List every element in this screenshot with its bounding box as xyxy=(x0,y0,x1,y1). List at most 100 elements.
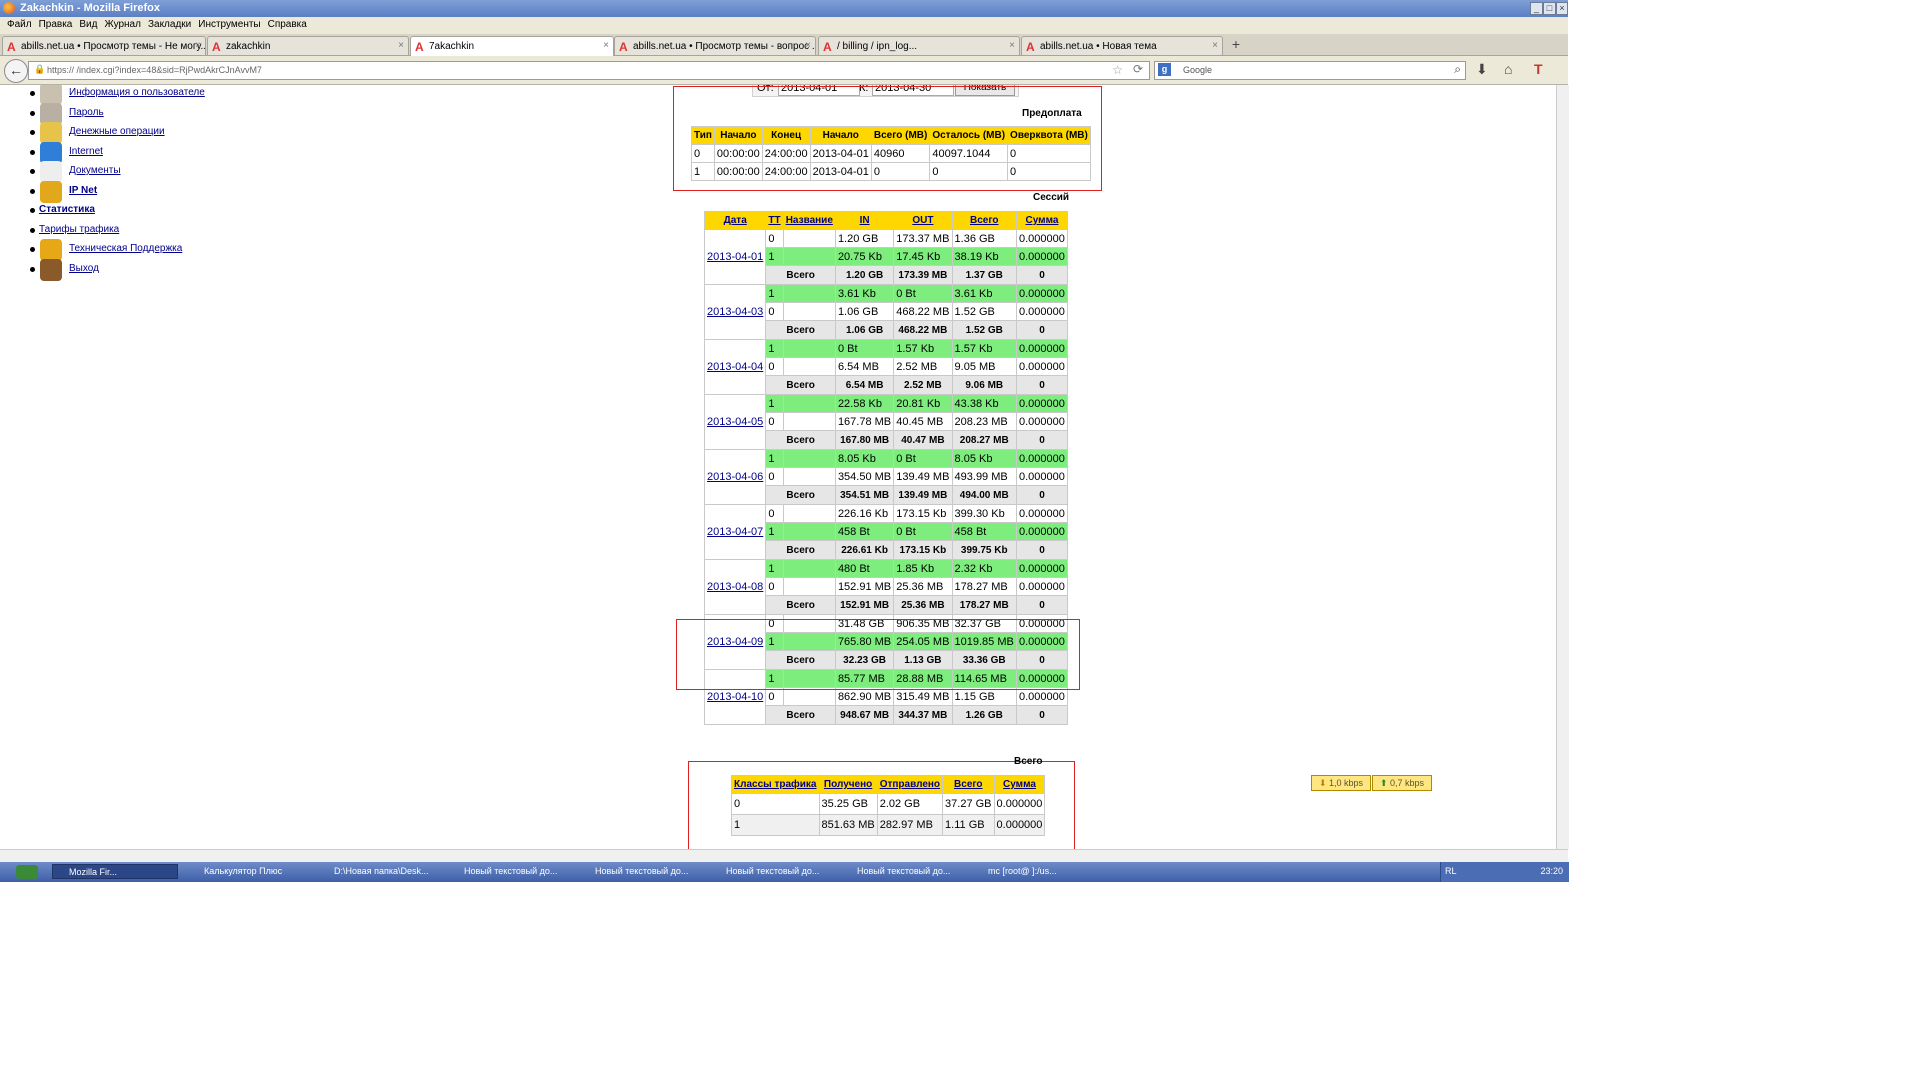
browser-tab[interactable]: Aabills.net.ua • Новая тема × xyxy=(1021,36,1223,55)
name-cell xyxy=(782,467,836,486)
maximize-button[interactable]: □ xyxy=(1543,2,1556,15)
session-date-link[interactable]: 2013-04-08 xyxy=(703,559,767,615)
column-header[interactable]: TT xyxy=(765,211,784,230)
name-cell xyxy=(782,504,836,523)
total-in: 948.67 MB xyxy=(834,705,895,725)
taskbar-button[interactable]: Калькулятор Плюс xyxy=(188,864,312,879)
total-all: 1.37 GB xyxy=(951,265,1017,285)
in-cell: 480 Bt xyxy=(834,559,895,578)
column-header[interactable]: Сумма xyxy=(1015,211,1069,230)
home-icon[interactable]: ⌂ xyxy=(1504,61,1512,77)
tab-bar: Aabills.net.ua • Просмотр темы - Не могу… xyxy=(0,34,1568,57)
menu-item[interactable]: Файл xyxy=(7,19,32,30)
taskbar-button[interactable]: Новый текстовый до... xyxy=(710,864,834,879)
session-date-link[interactable]: 2013-04-04 xyxy=(703,339,767,395)
column-header[interactable]: Дата xyxy=(703,211,767,230)
menu-item[interactable]: Справка xyxy=(268,19,307,30)
column-header[interactable]: Всего xyxy=(942,775,995,794)
column-header[interactable]: Отправлено xyxy=(876,775,944,794)
menu-item[interactable]: Правка xyxy=(39,19,73,30)
taskbar-button[interactable]: mc [root@ ]:/us... xyxy=(972,864,1096,879)
sum-cell: 0.000000 xyxy=(1015,577,1069,596)
tab-close-icon[interactable]: × xyxy=(1009,40,1015,51)
table-cell: 0 xyxy=(870,162,931,181)
sidebar-link[interactable]: Статистика xyxy=(39,204,95,215)
session-date-link[interactable]: 2013-04-01 xyxy=(703,229,767,285)
sidebar-link[interactable]: Internet xyxy=(69,146,103,157)
search-icon[interactable]: ⌕ xyxy=(1454,62,1461,77)
tab-close-icon[interactable]: × xyxy=(195,40,201,51)
taskbar-button[interactable]: Новый текстовый до... xyxy=(448,864,572,879)
table-cell: 40097.1044 xyxy=(929,144,1009,163)
name-cell xyxy=(782,302,836,321)
column-header[interactable]: Классы трафика xyxy=(731,775,820,794)
search-bar[interactable]: g Google ⌕ xyxy=(1154,61,1466,80)
menu-item[interactable]: Журнал xyxy=(104,19,141,30)
system-tray: RL 23:20 xyxy=(1440,862,1569,882)
column-header[interactable]: Получено xyxy=(818,775,878,794)
column-header[interactable]: IN xyxy=(834,211,895,230)
table-cell: 24:00:00 xyxy=(761,144,811,163)
tab-favicon-icon: A xyxy=(212,40,221,54)
browser-tab[interactable]: A 7akachkin × xyxy=(410,36,614,57)
in-cell: 354.50 MB xyxy=(834,467,895,486)
sidebar-link[interactable]: Денежные операции xyxy=(69,126,165,137)
session-row: 2013-04-06 1 8.05 Kb 0 Bt 8.05 Kb 0.000000 xyxy=(703,449,1069,505)
tab-close-icon[interactable]: × xyxy=(603,40,609,51)
session-date-link[interactable]: 2013-04-03 xyxy=(703,284,767,340)
sidebar-link[interactable]: IP Net xyxy=(69,185,97,196)
sidebar-link[interactable]: Техническая Поддержка xyxy=(69,243,182,254)
close-button[interactable]: × xyxy=(1556,2,1568,15)
column-header[interactable]: OUT xyxy=(893,211,953,230)
column-header: Начало xyxy=(809,126,872,145)
start-button[interactable] xyxy=(16,865,38,879)
reload-icon[interactable]: ⟳ xyxy=(1133,62,1143,76)
sidebar-link[interactable]: Выход xyxy=(69,263,99,274)
translate-icon[interactable]: T xyxy=(1534,61,1543,77)
menu-item[interactable]: Вид xyxy=(79,19,97,30)
search-engine-icon[interactable]: g xyxy=(1158,63,1171,76)
sidebar-link[interactable]: Тарифы трафика xyxy=(39,224,119,235)
menu-item[interactable]: Закладки xyxy=(148,19,191,30)
vertical-scrollbar[interactable] xyxy=(1556,85,1569,849)
column-header[interactable]: Всего xyxy=(951,211,1017,230)
out-cell: 173.15 Kb xyxy=(893,504,953,523)
bookmark-star-icon[interactable]: ☆ xyxy=(1112,63,1123,77)
browser-tab[interactable]: Aabills.net.ua • Просмотр темы - вопрос … xyxy=(614,36,816,55)
tt-cell: 0 xyxy=(765,504,784,523)
table-cell: 0 xyxy=(691,144,715,163)
out-cell: 468.22 MB xyxy=(893,302,953,321)
session-date-link[interactable]: 2013-04-06 xyxy=(703,449,767,505)
column-header[interactable]: Название xyxy=(782,211,836,230)
table-cell: 0.000000 xyxy=(993,814,1046,836)
out-cell: 0 Bt xyxy=(893,284,953,303)
tab-label: abills.net.ua • Просмотр темы - Не могу.… xyxy=(21,41,206,52)
session-date-link[interactable]: 2013-04-05 xyxy=(703,394,767,450)
tab-close-icon[interactable]: × xyxy=(398,40,404,51)
column-header[interactable]: Сумма xyxy=(993,775,1046,794)
taskbar-button[interactable]: Новый текстовый до... xyxy=(841,864,965,879)
tab-close-icon[interactable]: × xyxy=(805,40,811,51)
sidebar-link[interactable]: Информация о пользователе xyxy=(69,87,205,98)
sidebar-link[interactable]: Документы xyxy=(69,165,121,176)
total-in: 1.06 GB xyxy=(834,320,895,340)
new-tab-button[interactable]: + xyxy=(1226,36,1246,53)
total-out: 25.36 MB xyxy=(893,595,953,615)
back-button[interactable]: ← xyxy=(4,59,28,83)
taskbar-button[interactable]: D:\Новая папка\Desk... xyxy=(318,864,442,879)
session-date-link[interactable]: 2013-04-07 xyxy=(703,504,767,560)
tab-close-icon[interactable]: × xyxy=(1212,40,1218,51)
taskbar-button[interactable]: Новый текстовый до... xyxy=(579,864,703,879)
address-bar[interactable]: 🔒 https:// /index.cgi?index=48&sid=RjPwd… xyxy=(28,61,1150,80)
horizontal-scrollbar[interactable] xyxy=(0,849,1568,862)
sidebar-link[interactable]: Пароль xyxy=(69,107,104,118)
browser-tab[interactable]: Aabills.net.ua • Просмотр темы - Не могу… xyxy=(2,36,206,55)
taskbar-button[interactable]: Mozilla Fir... xyxy=(52,864,178,879)
browser-tab[interactable]: A / billing / ipn_log... × xyxy=(818,36,1020,55)
language-indicator[interactable]: RL xyxy=(1445,866,1457,876)
menu-item[interactable]: Инструменты xyxy=(198,19,260,30)
minimize-button[interactable]: _ xyxy=(1530,2,1543,15)
table-row: 1 00:00:00 24:00:00 2013-04-01 0 0 0 xyxy=(691,162,1091,181)
browser-tab[interactable]: Azakachkin × xyxy=(207,36,409,55)
download-icon[interactable]: ⬇ xyxy=(1476,61,1488,78)
